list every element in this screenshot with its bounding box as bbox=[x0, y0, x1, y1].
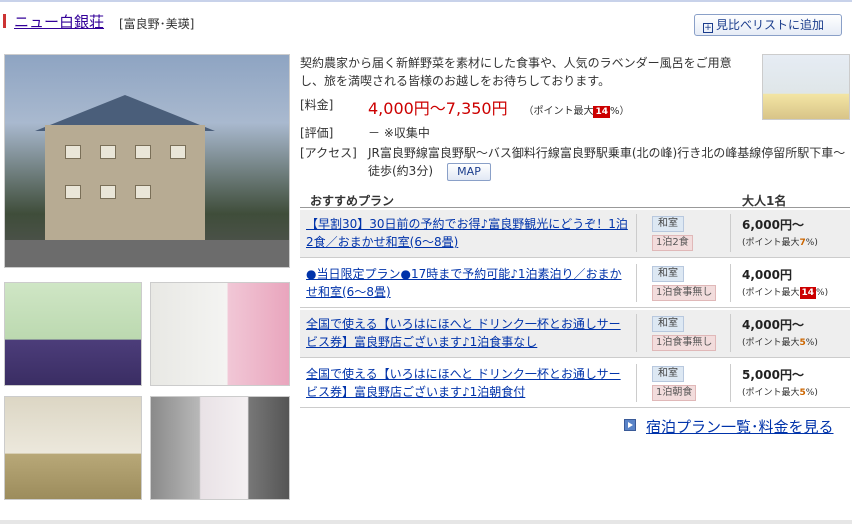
compare-button-label: 見比べリストに追加 bbox=[716, 18, 825, 32]
add-to-compare-button[interactable]: + 見比べリストに追加 bbox=[694, 14, 842, 36]
point-suffix: %) bbox=[805, 238, 818, 248]
building-window bbox=[100, 145, 116, 159]
building-window bbox=[170, 145, 186, 159]
plan-column-header: おすすめプラン bbox=[310, 194, 395, 208]
room-shelves-photo[interactable] bbox=[150, 282, 290, 386]
point-prefix: (ポイント最大 bbox=[742, 338, 800, 348]
building-facade bbox=[45, 125, 205, 240]
plan-row: 【早割30】30日前の予約でお得♪富良野観光にどうぞ！1泊2食／おまかせ和室(6… bbox=[300, 210, 850, 258]
hotel-description: 契約農家から届く新鮮野菜を素材にした食事や、人気のラベンダー風呂をご用意し、旅を… bbox=[300, 56, 732, 88]
column-divider bbox=[636, 314, 637, 352]
column-divider bbox=[636, 364, 637, 402]
plan-price: 5,000円～ bbox=[742, 368, 804, 382]
column-divider bbox=[636, 214, 637, 252]
access-row: [アクセス] JR富良野線富良野駅～バス御料行線富良野駅乗車(北の峰)行き北の峰… bbox=[300, 144, 850, 184]
view-all-plans-label[interactable]: 宿泊プラン一覧･料金を見る bbox=[646, 416, 834, 437]
access-label: [アクセス] bbox=[300, 146, 357, 160]
point-suffix: %) bbox=[816, 288, 829, 298]
plan-point-note: (ポイント最大7%) bbox=[742, 235, 818, 248]
view-all-plans-link[interactable]: 宿泊プラン一覧･料金を見る bbox=[624, 416, 850, 436]
arrow-right-icon bbox=[624, 419, 636, 431]
plan-price: 4,000円 bbox=[742, 268, 792, 282]
plan-point-note: (ポイント最大5%) bbox=[742, 385, 818, 398]
room-type-tag: 和室 bbox=[652, 366, 684, 382]
price-value-group: 4,000円～7,350円 （ポイント最大 14%） bbox=[368, 95, 630, 119]
rating-value: － ※収集中 bbox=[368, 126, 430, 140]
price-label: [料金] bbox=[300, 98, 334, 112]
room-type-tag: 和室 bbox=[652, 316, 684, 332]
column-divider bbox=[730, 314, 731, 352]
bottom-divider bbox=[0, 520, 852, 524]
room-type-tag: 和室 bbox=[652, 266, 684, 282]
hotel-main-photo[interactable] bbox=[4, 54, 290, 268]
point-prefix: (ポイント最大 bbox=[742, 238, 800, 248]
meal-tag: 1泊2食 bbox=[652, 235, 693, 251]
max-point-suffix: %） bbox=[609, 106, 630, 117]
building-window bbox=[135, 185, 151, 199]
access-value-group: JR富良野線富良野駅～バス御料行線富良野駅乗車(北の峰)行き北の峰基線停留所駅下… bbox=[368, 144, 850, 181]
plan-price: 6,000円～ bbox=[742, 218, 804, 232]
plan-title-link[interactable]: 全国で使える【いろはにほへと ドリンク一杯とお通しサービス券】富良野店ございます… bbox=[306, 315, 628, 351]
hotel-name-link[interactable]: ニュー白銀荘 bbox=[14, 11, 104, 32]
meal-tag: 1泊朝食 bbox=[652, 385, 697, 401]
building-window bbox=[65, 185, 81, 199]
plan-title-link[interactable]: ●当日限定プラン●17時まで予約可能♪1泊素泊り／おまかせ和室(6～8畳) bbox=[306, 265, 628, 301]
plus-square-icon: + bbox=[703, 23, 713, 33]
top-divider bbox=[0, 0, 852, 2]
point-prefix: (ポイント最大 bbox=[742, 388, 800, 398]
point-badge: 14 bbox=[799, 287, 817, 299]
hotel-header: ニュー白銀荘 [富良野･美瑛] + 見比べリストに追加 bbox=[0, 10, 852, 38]
point-suffix: %) bbox=[805, 338, 818, 348]
building-window bbox=[135, 145, 151, 159]
access-text: JR富良野線富良野駅～バス御料行線富良野駅乗車(北の峰)行き北の峰基線停留所駅下… bbox=[368, 146, 846, 178]
point-suffix: %) bbox=[805, 388, 818, 398]
plans-table-header: おすすめプラン 大人1名 bbox=[300, 190, 850, 208]
room-type-tag: 和室 bbox=[652, 216, 684, 232]
plan-point-note: (ポイント最大 14%) bbox=[742, 285, 828, 299]
building-window bbox=[100, 185, 116, 199]
meal-tag: 1泊食事無し bbox=[652, 335, 717, 351]
meal-tag: 1泊食事無し bbox=[652, 285, 717, 301]
bath-photo[interactable] bbox=[4, 282, 142, 386]
column-divider bbox=[730, 364, 731, 402]
map-button[interactable]: MAP bbox=[447, 163, 491, 181]
price-range: 4,000円～7,350円 bbox=[368, 99, 508, 118]
header-accent-bar bbox=[3, 14, 6, 28]
max-point-prefix: （ポイント最大 bbox=[523, 106, 594, 117]
column-divider bbox=[636, 264, 637, 302]
plan-title-link[interactable]: 【早割30】30日前の予約でお得♪富良野観光にどうぞ！1泊2食／おまかせ和室(6… bbox=[306, 215, 628, 251]
plan-title-link[interactable]: 全国で使える【いろはにほへと ドリンク一杯とお通しサービス券】富良野店ございます… bbox=[306, 365, 628, 401]
hotel-area: [富良野･美瑛] bbox=[119, 17, 195, 31]
plan-row: ●当日限定プラン●17時まで予約可能♪1泊素泊り／おまかせ和室(6～8畳) 和室… bbox=[300, 260, 850, 308]
plan-price: 4,000円～ bbox=[742, 318, 804, 332]
point-prefix: (ポイント最大 bbox=[742, 288, 800, 298]
column-divider bbox=[730, 264, 731, 302]
rating-label: [評価] bbox=[300, 126, 334, 140]
road bbox=[5, 240, 289, 267]
plan-row: 全国で使える【いろはにほへと ドリンク一杯とお通しサービス券】富良野店ございます… bbox=[300, 360, 850, 408]
plan-point-note: (ポイント最大5%) bbox=[742, 335, 818, 348]
building-window bbox=[65, 145, 81, 159]
point-badge: 14 bbox=[593, 106, 610, 118]
max-point-note: （ポイント最大 14%） bbox=[523, 106, 630, 118]
washroom-thumbnail[interactable] bbox=[762, 54, 850, 120]
price-column-header: 大人1名 bbox=[742, 194, 787, 208]
plan-row: 全国で使える【いろはにほへと ドリンク一杯とお通しサービス券】富良野店ございます… bbox=[300, 310, 850, 358]
vending-machine-photo[interactable] bbox=[150, 396, 290, 500]
column-divider bbox=[730, 214, 731, 252]
tatami-room-photo[interactable] bbox=[4, 396, 142, 500]
